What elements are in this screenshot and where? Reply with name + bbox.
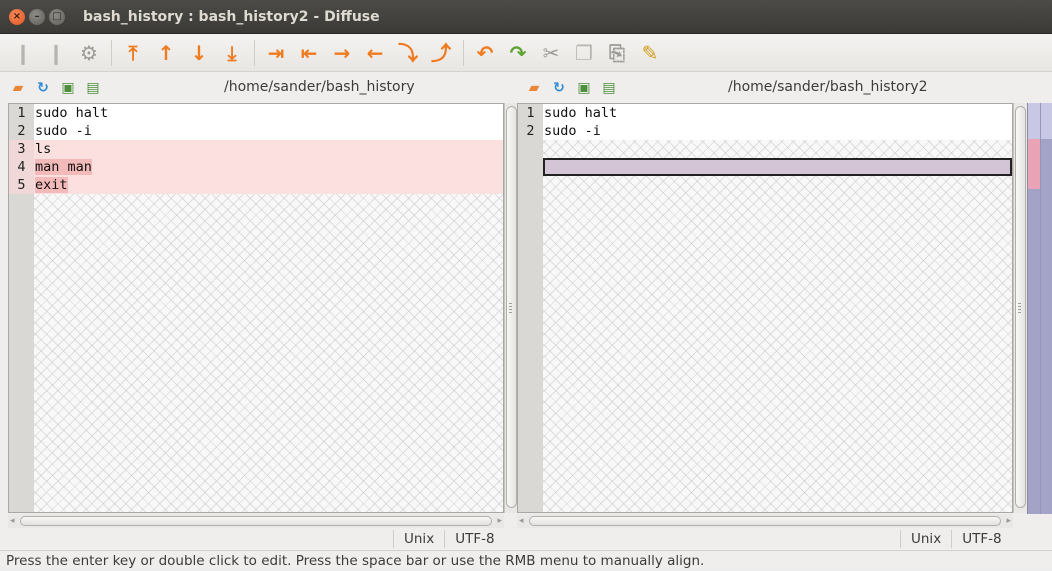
- scrollbar-grip: [509, 303, 512, 313]
- line-number: 4: [9, 158, 34, 176]
- line-number: 1: [9, 104, 34, 122]
- line-ending-format[interactable]: Unix: [393, 530, 444, 548]
- merge-settings-icon[interactable]: ⚙: [78, 42, 100, 64]
- overview-difference-marker: [1028, 139, 1040, 189]
- line-text: ls: [34, 140, 503, 158]
- line-text: sudo halt: [543, 104, 1012, 122]
- window-title: bash_history : bash_history2 - Diffuse: [83, 8, 380, 25]
- scroll-left-icon[interactable]: ◂: [519, 514, 524, 528]
- right-file-path: /home/sander/bash_history2: [728, 79, 928, 95]
- scroll-left-icon[interactable]: ◂: [10, 514, 15, 528]
- cut-icon[interactable]: ✂: [540, 42, 562, 64]
- copy-icon[interactable]: ❐: [573, 42, 595, 64]
- copy-selection-left-icon[interactable]: ⇤: [298, 42, 320, 64]
- text-line[interactable]: 1 sudo halt: [9, 104, 503, 122]
- text-line[interactable]: [518, 158, 1012, 176]
- minimize-window-icon[interactable]: –: [29, 8, 45, 25]
- merge-from-left-icon[interactable]: ⤵: [397, 42, 419, 64]
- text-line[interactable]: 2 sudo -i: [9, 122, 503, 140]
- maximize-window-icon[interactable]: □: [49, 8, 65, 25]
- text-line[interactable]: 2 sudo -i: [518, 122, 1012, 140]
- left-text-pane[interactable]: 1 sudo halt 2 sudo -i 3 ls 4 man man 5 exit: [8, 103, 504, 513]
- reload-file-icon[interactable]: ↻: [551, 80, 567, 96]
- previous-difference-icon[interactable]: ↑: [155, 42, 177, 64]
- line-text: sudo -i: [543, 122, 1012, 140]
- changed-text-highlight: exit: [35, 177, 68, 193]
- redo-icon[interactable]: ↷: [507, 42, 529, 64]
- scrollbar-grip: [1018, 303, 1021, 313]
- scrollbar-thumb[interactable]: [529, 516, 1001, 526]
- text-line[interactable]: 5 exit: [9, 176, 503, 194]
- close-window-icon[interactable]: ×: [9, 8, 25, 25]
- reload-file-icon[interactable]: ↻: [35, 80, 51, 96]
- difference-overview-map[interactable]: [1027, 103, 1052, 514]
- line-number: 5: [9, 176, 34, 194]
- encoding[interactable]: UTF-8: [444, 530, 504, 548]
- line-number: 2: [9, 122, 34, 140]
- text-line[interactable]: [518, 176, 1012, 194]
- changed-text-highlight: man man: [35, 159, 92, 175]
- title-bar: × – □ bash_history : bash_history2 - Dif…: [0, 0, 1052, 34]
- line-text: man man: [34, 158, 503, 176]
- left-horizontal-scrollbar[interactable]: ◂ ▸: [8, 514, 504, 528]
- toolbar-separator: [254, 39, 255, 66]
- next-difference-icon[interactable]: ↓: [188, 42, 210, 64]
- cursor-line-box[interactable]: [543, 158, 1012, 176]
- line-number: 3: [9, 140, 34, 158]
- text-line[interactable]: 1 sudo halt: [518, 104, 1012, 122]
- right-pane-header: ▰ ↻ ▣ ▤: [526, 74, 626, 102]
- line-number: 2: [518, 122, 543, 140]
- window-controls: × – □: [9, 8, 65, 25]
- copy-selection-right-icon[interactable]: ⇥: [265, 42, 287, 64]
- line-text: exit: [34, 176, 503, 194]
- left-pane-header: ▰ ↻ ▣ ▤: [10, 74, 110, 102]
- scroll-right-icon[interactable]: ▸: [1006, 514, 1011, 528]
- save-file-icon[interactable]: ▣: [60, 80, 76, 96]
- main-toolbar: ❙ ❙ ⚙ ⤒ ↑ ↓ ⤓ ⇥ ⇤ → ← ⤵ ⤴ ↶ ↷ ✂ ❐ ⎘ ✎: [0, 34, 1052, 72]
- encoding[interactable]: UTF-8: [951, 530, 1011, 548]
- overview-divider: [1040, 103, 1041, 514]
- realign-all-icon[interactable]: ❙: [12, 42, 34, 64]
- right-text-pane[interactable]: 1 sudo halt 2 sudo -i: [517, 103, 1013, 513]
- left-vertical-scrollbar[interactable]: [504, 103, 518, 513]
- toolbar-separator: [463, 39, 464, 66]
- save-file-as-icon[interactable]: ▤: [85, 80, 101, 96]
- open-file-icon[interactable]: ▰: [10, 80, 26, 96]
- clear-edits-icon[interactable]: ✎: [639, 42, 661, 64]
- merge-from-right-icon[interactable]: ⤴: [430, 42, 452, 64]
- text-line[interactable]: [518, 140, 1012, 158]
- line-text: sudo halt: [34, 104, 503, 122]
- status-bar: Press the enter key or double click to e…: [0, 550, 1052, 570]
- line-number: 1: [518, 104, 543, 122]
- save-file-as-icon[interactable]: ▤: [601, 80, 617, 96]
- right-vertical-scrollbar[interactable]: [1013, 103, 1027, 513]
- toolbar-separator: [111, 39, 112, 66]
- diffuse-window: × – □ bash_history : bash_history2 - Dif…: [0, 0, 1052, 570]
- left-pane-status: Unix UTF-8: [393, 529, 505, 549]
- right-pane-status: Unix UTF-8: [900, 529, 1012, 549]
- left-file-path: /home/sander/bash_history: [224, 79, 415, 95]
- line-text: sudo -i: [34, 122, 503, 140]
- paste-icon[interactable]: ⎘: [606, 42, 628, 64]
- open-file-icon[interactable]: ▰: [526, 80, 542, 96]
- line-ending-format[interactable]: Unix: [900, 530, 951, 548]
- save-file-icon[interactable]: ▣: [576, 80, 592, 96]
- first-difference-icon[interactable]: ⤒: [122, 42, 144, 64]
- scroll-right-icon[interactable]: ▸: [497, 514, 502, 528]
- undo-icon[interactable]: ↶: [474, 42, 496, 64]
- right-horizontal-scrollbar[interactable]: ◂ ▸: [517, 514, 1013, 528]
- isolate-icon[interactable]: ❙: [45, 42, 67, 64]
- scrollbar-thumb[interactable]: [20, 516, 492, 526]
- text-line[interactable]: 4 man man: [9, 158, 503, 176]
- copy-right-icon[interactable]: →: [331, 42, 353, 64]
- last-difference-icon[interactable]: ⤓: [221, 42, 243, 64]
- copy-left-icon[interactable]: ←: [364, 42, 386, 64]
- text-line[interactable]: 3 ls: [9, 140, 503, 158]
